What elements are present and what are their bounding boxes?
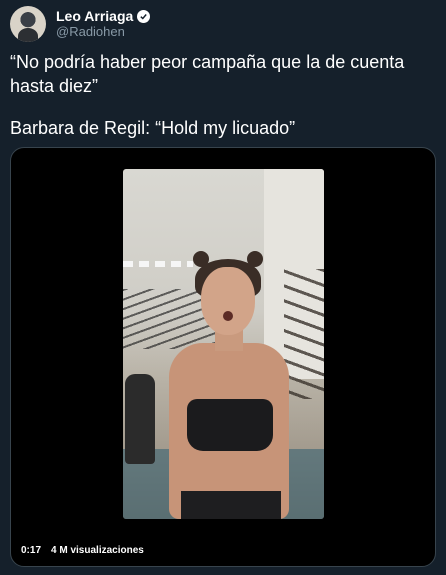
author-handle[interactable]: @Radiohen xyxy=(56,24,150,40)
person-sports-bra xyxy=(187,399,273,451)
tweet-text-line-1: “No podría haber peor campaña que la de … xyxy=(10,52,405,72)
tweet: Leo Arriaga @Radiohen “No podría haber p… xyxy=(0,0,446,575)
video-info: 0:17 4 M visualizaciones xyxy=(21,545,144,556)
verified-badge-icon xyxy=(137,9,151,23)
video-person xyxy=(163,251,303,519)
person-shorts xyxy=(181,491,281,519)
author-names: Leo Arriaga @Radiohen xyxy=(56,8,151,40)
author-display-name[interactable]: Leo Arriaga xyxy=(56,8,133,24)
video-background-person xyxy=(125,374,155,464)
video-time: 0:17 xyxy=(21,545,42,556)
video-player[interactable]: 0:17 4 M visualizaciones xyxy=(10,147,436,567)
tweet-text-line-2: hasta diez” xyxy=(10,76,99,96)
tweet-header: Leo Arriaga @Radiohen xyxy=(10,4,151,44)
person-face xyxy=(201,267,255,335)
avatar[interactable] xyxy=(10,6,46,42)
author-name-row: Leo Arriaga xyxy=(56,8,151,24)
tweet-text-line-3: Barbara de Regil: “Hold my licuado” xyxy=(10,118,296,138)
video-views: 4 M visualizaciones xyxy=(51,545,144,556)
tweet-text: “No podría haber peor campaña que la de … xyxy=(10,50,430,140)
video-frame[interactable] xyxy=(123,169,324,519)
person-mouth xyxy=(223,311,233,321)
